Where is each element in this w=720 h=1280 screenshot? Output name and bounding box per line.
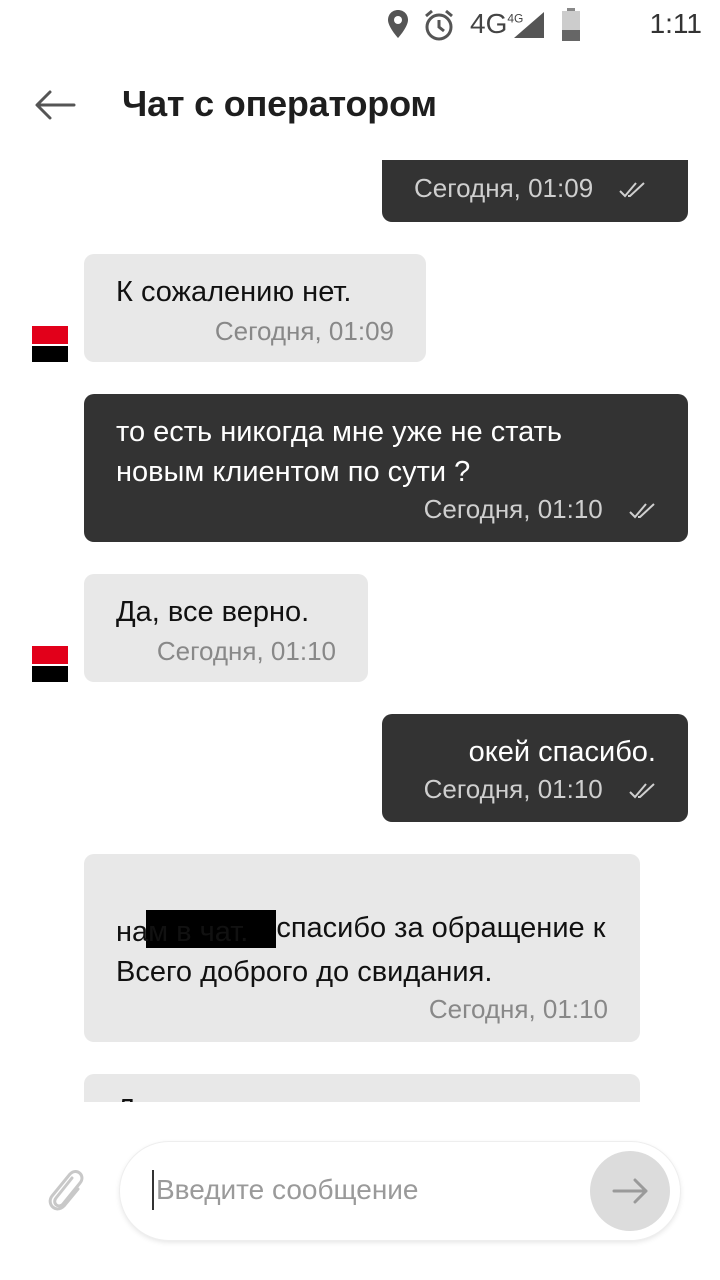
message-text: Да, все верно.: [116, 596, 310, 628]
message-time: Сегодня, 01:10: [156, 636, 336, 666]
alarm-icon: [425, 9, 453, 41]
read-checks-icon: [629, 503, 655, 519]
page-title: Чат с оператором: [122, 83, 437, 124]
status-bar: 4G4G 1:11: [0, 0, 720, 50]
message-outgoing[interactable]: то есть никогда мне уже не стать новым к…: [84, 394, 688, 542]
message-text: Д: [116, 1090, 136, 1102]
message-input-bar: Введите сообщение: [0, 1102, 720, 1280]
message-incoming[interactable]: Д: [84, 1074, 640, 1102]
battery-icon: [562, 8, 580, 41]
bank-logo-icon: [32, 646, 68, 682]
message-incoming[interactable]: Да, все верно. Сегодня, 01:10: [84, 574, 368, 682]
message-input[interactable]: Введите сообщение: [120, 1142, 680, 1240]
chat-messages[interactable]: Сегодня, 01:09 К сожалению нет. Сегодня,…: [0, 160, 720, 1102]
message-time: Сегодня, 01:09: [414, 173, 648, 204]
message-time: Сегодня, 01:10: [424, 774, 658, 805]
message-text: окей спасибо.: [468, 736, 656, 768]
signal-icon: [514, 12, 544, 38]
back-arrow-icon[interactable]: [30, 80, 80, 130]
send-button[interactable]: [590, 1151, 670, 1231]
message-outgoing[interactable]: Сегодня, 01:09: [382, 160, 688, 222]
text-cursor: [152, 1170, 154, 1210]
message-outgoing[interactable]: окей спасибо. Сегодня, 01:10: [382, 714, 688, 822]
message-text: К сожалению нет.: [116, 276, 352, 308]
read-checks-icon: [629, 783, 655, 799]
attach-icon[interactable]: [42, 1164, 88, 1220]
message-time: Сегодня, 01:10: [428, 994, 608, 1024]
message-incoming[interactable]: К сожалению нет. Сегодня, 01:09: [84, 254, 426, 362]
input-placeholder: Введите сообщение: [156, 1174, 419, 1205]
message-incoming[interactable]: спасибо за обращение к нам в чат. Всего …: [84, 854, 640, 1042]
location-icon: [388, 10, 408, 38]
message-text: нам в чат. Всего доброго до свидания.: [116, 916, 493, 988]
read-checks-icon: [619, 182, 646, 198]
message-time: Сегодня, 01:10: [424, 494, 658, 525]
app-header: Чат с оператором: [0, 50, 720, 160]
bank-logo-icon: [32, 326, 68, 362]
send-arrow-icon: [612, 1178, 648, 1204]
message-text: то есть никогда мне уже не стать новым к…: [116, 416, 563, 488]
message-time: Сегодня, 01:09: [214, 316, 394, 346]
clock: 1:11: [649, 8, 702, 39]
